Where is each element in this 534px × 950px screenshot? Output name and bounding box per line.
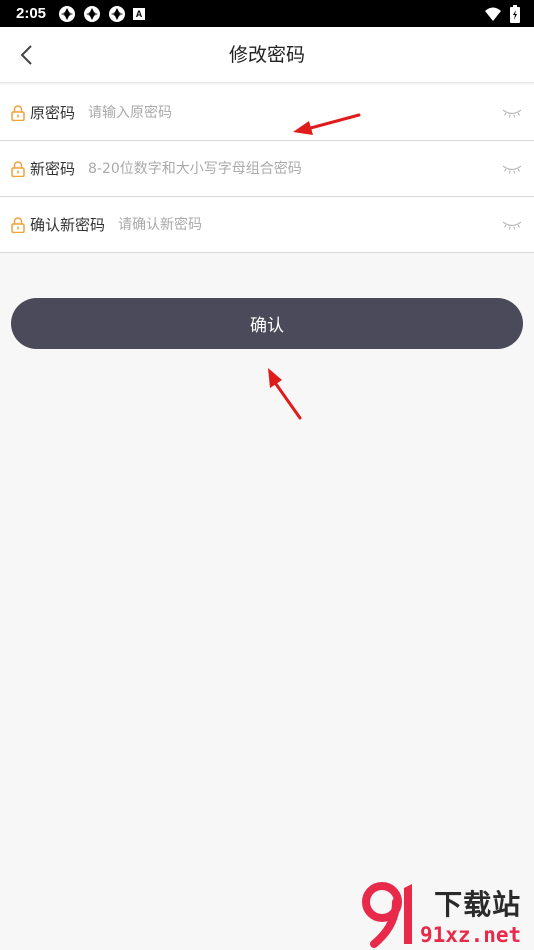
a-badge-icon: A (133, 7, 146, 20)
shutter-icon (108, 5, 126, 23)
battery-icon (510, 4, 520, 23)
eye-closed-icon[interactable] (501, 163, 523, 175)
status-icons-left: A (58, 5, 146, 23)
new-password-input[interactable] (88, 148, 501, 189)
site-logo (360, 882, 418, 948)
new-password-row: 新密码 (0, 141, 534, 197)
shutter-icon (83, 5, 101, 23)
old-password-row: 原密码 (0, 85, 534, 141)
annotation-arrow (268, 368, 302, 420)
field-label: 确认新密码 (30, 216, 106, 234)
eye-closed-icon[interactable] (501, 219, 523, 231)
watermark: 下载站 91xz.net (360, 880, 530, 948)
field-label: 原密码 (30, 104, 76, 122)
status-bar: 2:05 A (0, 0, 534, 27)
shutter-icon (58, 5, 76, 23)
confirm-password-input[interactable] (118, 204, 501, 245)
page-title: 修改密码 (228, 44, 305, 66)
password-form: 原密码 新密码 确认新密码 (0, 85, 534, 253)
eye-closed-icon[interactable] (501, 107, 523, 119)
wifi-icon (484, 5, 502, 23)
status-icons-right (484, 4, 520, 23)
watermark-text: 下载站 91xz.net (420, 888, 521, 948)
confirm-password-row: 确认新密码 (0, 197, 534, 253)
watermark-cn: 下载站 (434, 888, 522, 921)
status-time: 2:05 (16, 5, 47, 22)
watermark-en: 91xz.net (420, 923, 522, 947)
lock-icon (11, 216, 25, 233)
lock-icon (11, 160, 25, 177)
nav-bar: 修改密码 (0, 27, 534, 83)
confirm-button[interactable]: 确认 (11, 298, 523, 349)
lock-icon (11, 104, 25, 121)
field-label: 新密码 (30, 160, 76, 178)
old-password-input[interactable] (88, 92, 501, 133)
